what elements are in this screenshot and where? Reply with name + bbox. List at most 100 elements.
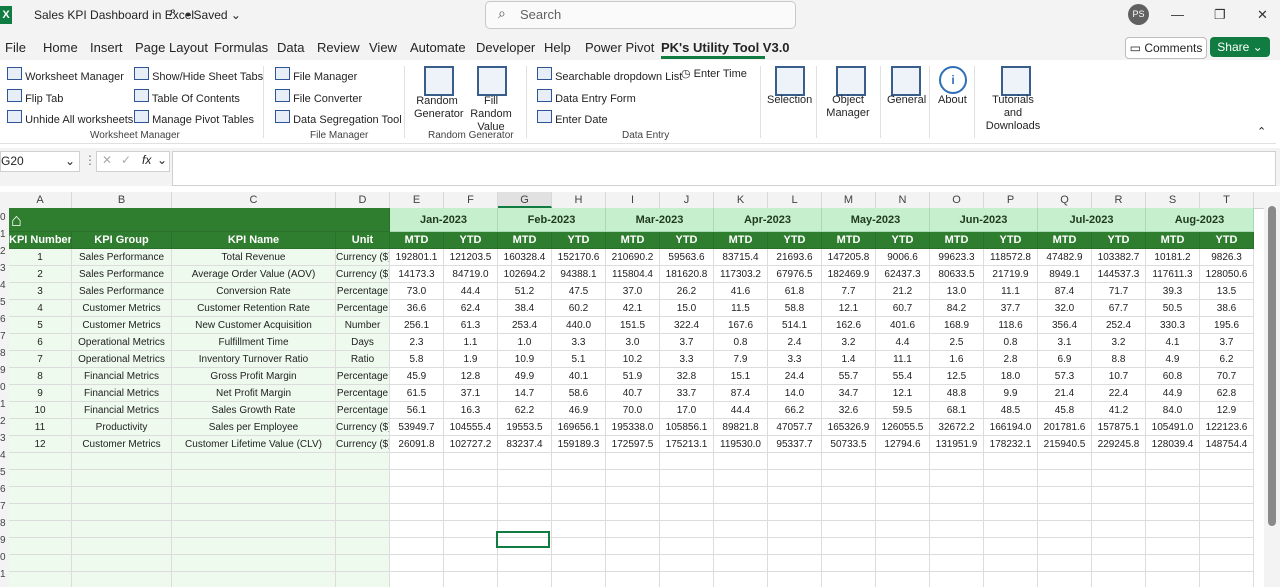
searchable-dropdown-button[interactable]: Searchable dropdown List bbox=[537, 67, 682, 83]
empty-cell[interactable] bbox=[9, 504, 72, 521]
empty-cell[interactable] bbox=[498, 572, 552, 587]
empty-cell[interactable] bbox=[9, 572, 72, 587]
kpi-value-cell[interactable]: 51.9 bbox=[606, 368, 660, 385]
kpi-value-cell[interactable]: 12.5 bbox=[930, 368, 984, 385]
empty-cell[interactable] bbox=[930, 453, 984, 470]
empty-cell[interactable] bbox=[1038, 572, 1092, 587]
empty-cell[interactable] bbox=[714, 487, 768, 504]
kpi-name[interactable]: Sales per Employee bbox=[172, 419, 336, 436]
kpi-value-cell[interactable]: 166194.0 bbox=[984, 419, 1038, 436]
empty-cell[interactable] bbox=[172, 555, 336, 572]
kpi-value-cell[interactable]: 94388.1 bbox=[552, 266, 606, 283]
kpi-value-cell[interactable]: 169656.1 bbox=[552, 419, 606, 436]
kpi-value-cell[interactable]: 2.4 bbox=[768, 334, 822, 351]
empty-cell[interactable] bbox=[1092, 572, 1146, 587]
empty-cell[interactable] bbox=[444, 521, 498, 538]
kpi-value-cell[interactable]: 95337.7 bbox=[768, 436, 822, 453]
empty-cell[interactable] bbox=[390, 521, 444, 538]
kpi-value-cell[interactable]: 62.2 bbox=[498, 402, 552, 419]
kpi-value-cell[interactable]: 144537.3 bbox=[1092, 266, 1146, 283]
empty-cell[interactable] bbox=[1038, 538, 1092, 555]
empty-cell[interactable] bbox=[72, 453, 172, 470]
empty-cell[interactable] bbox=[984, 470, 1038, 487]
kpi-value-cell[interactable]: 60.7 bbox=[876, 300, 930, 317]
tab-data[interactable]: Data bbox=[277, 40, 304, 55]
empty-cell[interactable] bbox=[552, 453, 606, 470]
kpi-value-cell[interactable]: 42.1 bbox=[606, 300, 660, 317]
kpi-value-cell[interactable]: 168.9 bbox=[930, 317, 984, 334]
kpi-value-cell[interactable]: 45.8 bbox=[1038, 402, 1092, 419]
kpi-value-cell[interactable]: 57.3 bbox=[1038, 368, 1092, 385]
kpi-value-cell[interactable]: 48.8 bbox=[930, 385, 984, 402]
empty-cell[interactable] bbox=[336, 572, 390, 587]
manage-pivot-tables-button[interactable]: Manage Pivot Tables bbox=[134, 110, 254, 126]
empty-cell[interactable] bbox=[768, 521, 822, 538]
tutorials-downloads-button[interactable]: Tutorials and Downloads bbox=[982, 94, 1044, 133]
kpi-name[interactable]: Average Order Value (AOV) bbox=[172, 266, 336, 283]
column-header-i[interactable]: I bbox=[606, 192, 660, 208]
kpi-value-cell[interactable]: 322.4 bbox=[660, 317, 714, 334]
kpi-value-cell[interactable]: 229245.8 bbox=[1092, 436, 1146, 453]
kpi-value-cell[interactable]: 41.2 bbox=[1092, 402, 1146, 419]
kpi-group[interactable]: Sales Performance bbox=[72, 249, 172, 266]
column-header-l[interactable]: L bbox=[768, 192, 822, 208]
vertical-scroll-thumb[interactable] bbox=[1268, 206, 1276, 526]
kpi-value-cell[interactable]: 2.5 bbox=[930, 334, 984, 351]
kpi-unit[interactable]: Currency ($) bbox=[336, 266, 390, 283]
kpi-value-cell[interactable]: 162.6 bbox=[822, 317, 876, 334]
kpi-value-cell[interactable]: 1.0 bbox=[498, 334, 552, 351]
kpi-value-cell[interactable]: 195.6 bbox=[1200, 317, 1254, 334]
kpi-value-cell[interactable]: 356.4 bbox=[1038, 317, 1092, 334]
kpi-value-cell[interactable]: 38.6 bbox=[1200, 300, 1254, 317]
empty-cell[interactable] bbox=[172, 572, 336, 587]
empty-cell[interactable] bbox=[1092, 504, 1146, 521]
empty-cell[interactable] bbox=[390, 487, 444, 504]
kpi-value-cell[interactable]: 67.7 bbox=[1092, 300, 1146, 317]
row-header[interactable]: 1 bbox=[0, 399, 6, 410]
kpi-value-cell[interactable]: 15.1 bbox=[714, 368, 768, 385]
kpi-value-cell[interactable]: 3.3 bbox=[552, 334, 606, 351]
kpi-value-cell[interactable]: 7.7 bbox=[822, 283, 876, 300]
kpi-value-cell[interactable]: 0.8 bbox=[984, 334, 1038, 351]
column-header-d[interactable]: D bbox=[336, 192, 390, 208]
kpi-group[interactable]: Sales Performance bbox=[72, 283, 172, 300]
empty-cell[interactable] bbox=[606, 538, 660, 555]
kpi-unit[interactable]: Currency ($) bbox=[336, 249, 390, 266]
general-button[interactable]: General bbox=[887, 94, 926, 106]
kpi-value-cell[interactable]: 0.8 bbox=[714, 334, 768, 351]
empty-cell[interactable] bbox=[876, 453, 930, 470]
kpi-value-cell[interactable]: 60.2 bbox=[552, 300, 606, 317]
kpi-value-cell[interactable]: 10.7 bbox=[1092, 368, 1146, 385]
empty-cell[interactable] bbox=[444, 555, 498, 572]
kpi-value-cell[interactable]: 84719.0 bbox=[444, 266, 498, 283]
empty-cell[interactable] bbox=[1146, 453, 1200, 470]
kpi-value-cell[interactable]: 14.7 bbox=[498, 385, 552, 402]
kpi-value-cell[interactable]: 440.0 bbox=[552, 317, 606, 334]
object-manager-button[interactable]: Object Manager bbox=[822, 94, 874, 120]
kpi-value-cell[interactable]: 160328.4 bbox=[498, 249, 552, 266]
kpi-value-cell[interactable]: 178232.1 bbox=[984, 436, 1038, 453]
row-header[interactable]: 7 bbox=[0, 331, 6, 342]
empty-cell[interactable] bbox=[606, 572, 660, 587]
empty-cell[interactable] bbox=[498, 470, 552, 487]
kpi-value-cell[interactable]: 15.0 bbox=[660, 300, 714, 317]
empty-cell[interactable] bbox=[72, 521, 172, 538]
empty-cell[interactable] bbox=[984, 487, 1038, 504]
tab-file[interactable]: File bbox=[5, 40, 26, 55]
kpi-value-cell[interactable]: 61.8 bbox=[768, 283, 822, 300]
kpi-value-cell[interactable]: 172597.5 bbox=[606, 436, 660, 453]
tab-pk-utility-tool[interactable]: PK's Utility Tool V3.0 bbox=[661, 40, 790, 55]
kpi-group[interactable]: Sales Performance bbox=[72, 266, 172, 283]
kpi-number[interactable]: 7 bbox=[9, 351, 72, 368]
row-header[interactable]: 6 bbox=[0, 484, 6, 495]
kpi-value-cell[interactable]: 66.2 bbox=[768, 402, 822, 419]
kpi-unit[interactable]: Percentage bbox=[336, 283, 390, 300]
empty-cell[interactable] bbox=[984, 453, 1038, 470]
column-header-k[interactable]: K bbox=[714, 192, 768, 208]
kpi-name[interactable]: Net Profit Margin bbox=[172, 385, 336, 402]
kpi-value-cell[interactable]: 252.4 bbox=[1092, 317, 1146, 334]
kpi-name[interactable]: Fulfillment Time bbox=[172, 334, 336, 351]
empty-cell[interactable] bbox=[336, 555, 390, 572]
kpi-value-cell[interactable]: 38.4 bbox=[498, 300, 552, 317]
row-header[interactable]: 0 bbox=[0, 212, 6, 223]
